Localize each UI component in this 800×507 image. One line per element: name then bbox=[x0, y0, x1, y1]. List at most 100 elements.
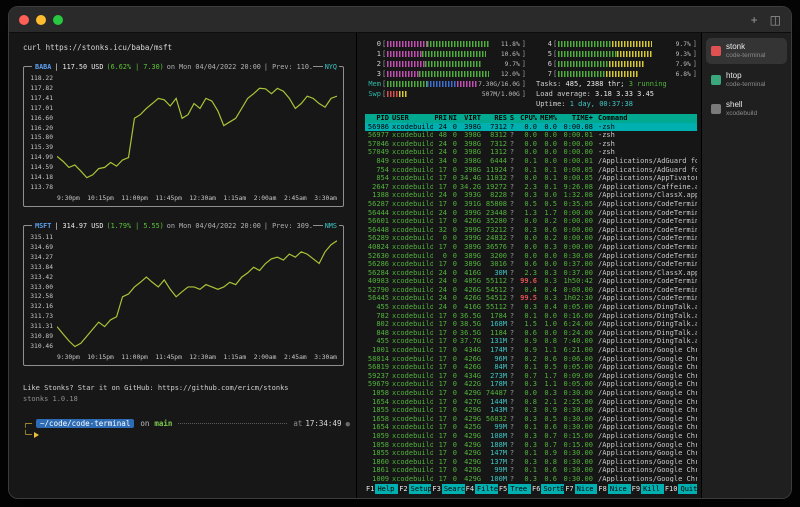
process-row[interactable]: 1001xcodebuild170434G174M?0.91.16:21.00/… bbox=[365, 346, 697, 355]
fkey-action-label: Search bbox=[442, 484, 465, 494]
process-row[interactable]: 52630xcodebuild00389G3200?0.00.00:30.08/… bbox=[365, 252, 697, 261]
process-row[interactable]: 854xcodebuild17034.4G11032?0.00.10:00.85… bbox=[365, 174, 697, 183]
process-row[interactable]: 56448xcodebuild320399G73212?0.30.60:00.0… bbox=[365, 226, 697, 235]
process-row[interactable]: 802xcodebuild17038.5G168M?1.51.06:24.00/… bbox=[365, 320, 697, 329]
process-row[interactable]: 1855xcodebuild170429G147M?0.10.90:30.00/… bbox=[365, 449, 697, 458]
process-row[interactable]: 455xcodebuild240416G55112?0.30.40:05.00/… bbox=[365, 303, 697, 312]
column-header-cpu[interactable]: CPU% bbox=[517, 114, 537, 123]
column-header-ni[interactable]: NI bbox=[447, 114, 457, 123]
column-header-command[interactable]: Command bbox=[593, 114, 697, 123]
meter-value: 7.9% bbox=[676, 61, 691, 68]
fkey-f1[interactable]: F1Help bbox=[365, 484, 398, 494]
process-row[interactable]: 2647xcodebuild17034.2G19272?2.30.19:26.0… bbox=[365, 183, 697, 192]
process-row[interactable]: 1058xcodebuild170429G74487?0.00.30:30.00… bbox=[365, 389, 697, 398]
process-row[interactable]: 56284xcodebuild240416G30M?2.30.30:37.00/… bbox=[365, 269, 697, 278]
fkey-f6[interactable]: F6SortBy bbox=[531, 484, 564, 494]
process-table-header[interactable]: PIDUSERPRINIVIRTRESSCPU%MEM%TIME+Command bbox=[365, 114, 697, 123]
cpu-meters-right: 4[9.7%]5[9.3%]6[7.9%]7[6.8%] bbox=[536, 39, 697, 79]
process-row[interactable]: 782xcodebuild17036.5G1784?0.10.00:16.00/… bbox=[365, 312, 697, 321]
fkey-f8[interactable]: F8Nice + bbox=[597, 484, 630, 494]
fkey-f9[interactable]: F9Kill bbox=[631, 484, 664, 494]
y-tick-label: 117.01 bbox=[27, 105, 53, 112]
process-row[interactable]: 1855xcodebuild170429G143M?0.30.90:30.00/… bbox=[365, 406, 697, 415]
process-row[interactable]: 1860xcodebuild170429G137M?0.30.80:30.00/… bbox=[365, 458, 697, 467]
fkey-number: F3 bbox=[431, 484, 441, 494]
x-axis-labels: 9:30pm10:15pm11:00pm11:45pm12:30am1:15am… bbox=[57, 191, 337, 203]
process-row[interactable]: 1058xcodebuild170429G188M?0.30.70:15.00/… bbox=[365, 441, 697, 450]
column-header-time[interactable]: TIME+ bbox=[557, 114, 593, 123]
process-row[interactable]: 1388xcodebuild240393G8228?0.30.01:32.08/… bbox=[365, 191, 697, 200]
cursor[interactable] bbox=[39, 430, 44, 439]
process-row[interactable]: 1654xcodebuild170425G99M?0.10.60:30.00/A… bbox=[365, 423, 697, 432]
process-row[interactable]: 56819xcodebuild170426G84M?0.10.50:05.00/… bbox=[365, 363, 697, 372]
zoom-button[interactable] bbox=[53, 15, 63, 25]
process-row[interactable]: 1009xcodebuild170429G100M?0.30.60:30.00/… bbox=[365, 475, 697, 482]
process-row[interactable]: 56986xcodebuild240398G7312?0.00.00:00.08… bbox=[365, 123, 697, 132]
process-row[interactable]: 849xcodebuild340398G6444?0.10.00:00.01/A… bbox=[365, 157, 697, 166]
fkey-number: F8 bbox=[597, 484, 607, 494]
git-branch-label: main bbox=[154, 419, 172, 428]
stonks-pane[interactable]: curl https://stonks.icu/baba/msft BABA |… bbox=[9, 33, 357, 498]
process-row[interactable]: 1059xcodebuild170429G108M?0.30.70:15.00/… bbox=[365, 432, 697, 441]
close-button[interactable] bbox=[19, 15, 29, 25]
fkey-number: F9 bbox=[631, 484, 641, 494]
y-tick-label: 114.99 bbox=[27, 154, 53, 161]
chart-header: BABA | 117.50 USD (6.62% | 7.30) on Mon … bbox=[32, 62, 313, 72]
process-row[interactable]: 52790xcodebuild240426G54512?0.40.40:00.0… bbox=[365, 286, 697, 295]
cwd-segment: ~/code/code-terminal bbox=[36, 419, 134, 428]
process-row[interactable]: 58014xcodebuild170426G96M?0.20.60:06.00/… bbox=[365, 355, 697, 364]
process-row[interactable]: 59679xcodebuild170422G178M?0.31.10:05.00… bbox=[365, 380, 697, 389]
process-row[interactable]: 40983xcodebuild240405G55112?99.60.31h50:… bbox=[365, 277, 697, 286]
fkey-f3[interactable]: F3Search bbox=[431, 484, 464, 494]
fkey-action-label: Nice - bbox=[575, 484, 598, 494]
y-tick-label: 312.58 bbox=[27, 293, 53, 300]
process-table-body: 56986xcodebuild240398G7312?0.00.00:00.08… bbox=[365, 123, 697, 482]
process-row[interactable]: 455xcodebuild17037.7G131M?0.90.87:40.00/… bbox=[365, 337, 697, 346]
process-row[interactable]: 754xcodebuild170398G11924?0.10.10:00.05/… bbox=[365, 166, 697, 175]
prompt-on-label: on bbox=[140, 419, 149, 428]
process-row[interactable]: 1861xcodebuild170429G99M?0.10.60:30.00/A… bbox=[365, 466, 697, 475]
process-row[interactable]: 56601xcodebuild170426G35280?0.00.20:00.0… bbox=[365, 217, 697, 226]
fkey-f5[interactable]: F5Tree bbox=[498, 484, 531, 494]
new-tab-icon[interactable]: + bbox=[751, 14, 758, 26]
column-header-virt[interactable]: VIRT bbox=[457, 114, 481, 123]
process-row[interactable]: 1658xcodebuild170429G56832?0.30.50:30.00… bbox=[365, 415, 697, 424]
y-tick-label: 310.89 bbox=[27, 333, 53, 340]
prompt-clock: 17:34:49 bbox=[305, 419, 341, 428]
fkey-f2[interactable]: F2Setup bbox=[398, 484, 431, 494]
process-row[interactable]: 56977xcodebuild480398G8312?0.00.00:00.01… bbox=[365, 131, 697, 140]
column-header-mem[interactable]: MEM% bbox=[537, 114, 557, 123]
column-header-s[interactable]: S bbox=[507, 114, 517, 123]
htop-pane[interactable]: 0[11.8%]1[10.6%]2[9.7%]3[12.0%] Mem[7.30… bbox=[357, 33, 701, 498]
fkey-f4[interactable]: F4Filter bbox=[465, 484, 498, 494]
process-row[interactable]: 56286xcodebuild170389G3016?0.60.00:37.00… bbox=[365, 260, 697, 269]
y-axis-labels: 315.11314.69314.27313.84313.42313.00312.… bbox=[27, 234, 57, 350]
fkey-f10[interactable]: F10Quit bbox=[664, 484, 697, 494]
split-pane-icon[interactable]: ◫ bbox=[770, 14, 781, 26]
cpu-meters-left: 0[11.8%]1[10.6%]2[9.7%]3[12.0%] bbox=[365, 39, 526, 79]
column-header-pri[interactable]: PRI bbox=[433, 114, 447, 123]
process-row[interactable]: 56289xcodebuild00399G24832?0.00.20:00.00… bbox=[365, 234, 697, 243]
x-tick-label: 10:15pm bbox=[87, 354, 114, 361]
column-header-res[interactable]: RES bbox=[481, 114, 507, 123]
process-row[interactable]: 56444xcodebuild240399G23448?1.31.70:00.0… bbox=[365, 209, 697, 218]
process-row[interactable]: 40824xcodebuild170389G36576?0.00.30:00.0… bbox=[365, 243, 697, 252]
sidebar-item-stonk[interactable]: stonkcode-terminal bbox=[706, 38, 787, 64]
column-header-pid[interactable]: PID bbox=[365, 114, 389, 123]
uptime-line: Uptime: 1 day, 00:37:38 bbox=[536, 99, 697, 109]
process-row[interactable]: 57049xcodebuild240398G1312?0.00.00:00.00… bbox=[365, 148, 697, 157]
process-row[interactable]: 1654xcodebuild170427G144M?0.82.12:25.00/… bbox=[365, 398, 697, 407]
fkey-f7[interactable]: F7Nice - bbox=[564, 484, 597, 494]
process-row[interactable]: 59237xcodebuild170434G273M?0.71.70:09.00… bbox=[365, 372, 697, 381]
process-row[interactable]: 56445xcodebuild240426G54512?99.50.31h02:… bbox=[365, 294, 697, 303]
sidebar-item-shell[interactable]: shellxcodebuild bbox=[706, 96, 787, 122]
process-row[interactable]: 56287xcodebuild170391G85808?0.50.50:35.0… bbox=[365, 200, 697, 209]
y-tick-label: 115.80 bbox=[27, 134, 53, 141]
minimize-button[interactable] bbox=[36, 15, 46, 25]
sidebar-item-htop[interactable]: htopcode-terminal bbox=[706, 67, 787, 93]
time-at-label: at bbox=[293, 419, 302, 428]
column-header-user[interactable]: USER bbox=[389, 114, 433, 123]
meter-bar: 9.7% bbox=[558, 41, 692, 48]
process-row[interactable]: 57046xcodebuild240398G7312?0.00.00:00.00… bbox=[365, 140, 697, 149]
process-row[interactable]: 848xcodebuild17036.5G1184?0.60.00:24.00/… bbox=[365, 329, 697, 338]
